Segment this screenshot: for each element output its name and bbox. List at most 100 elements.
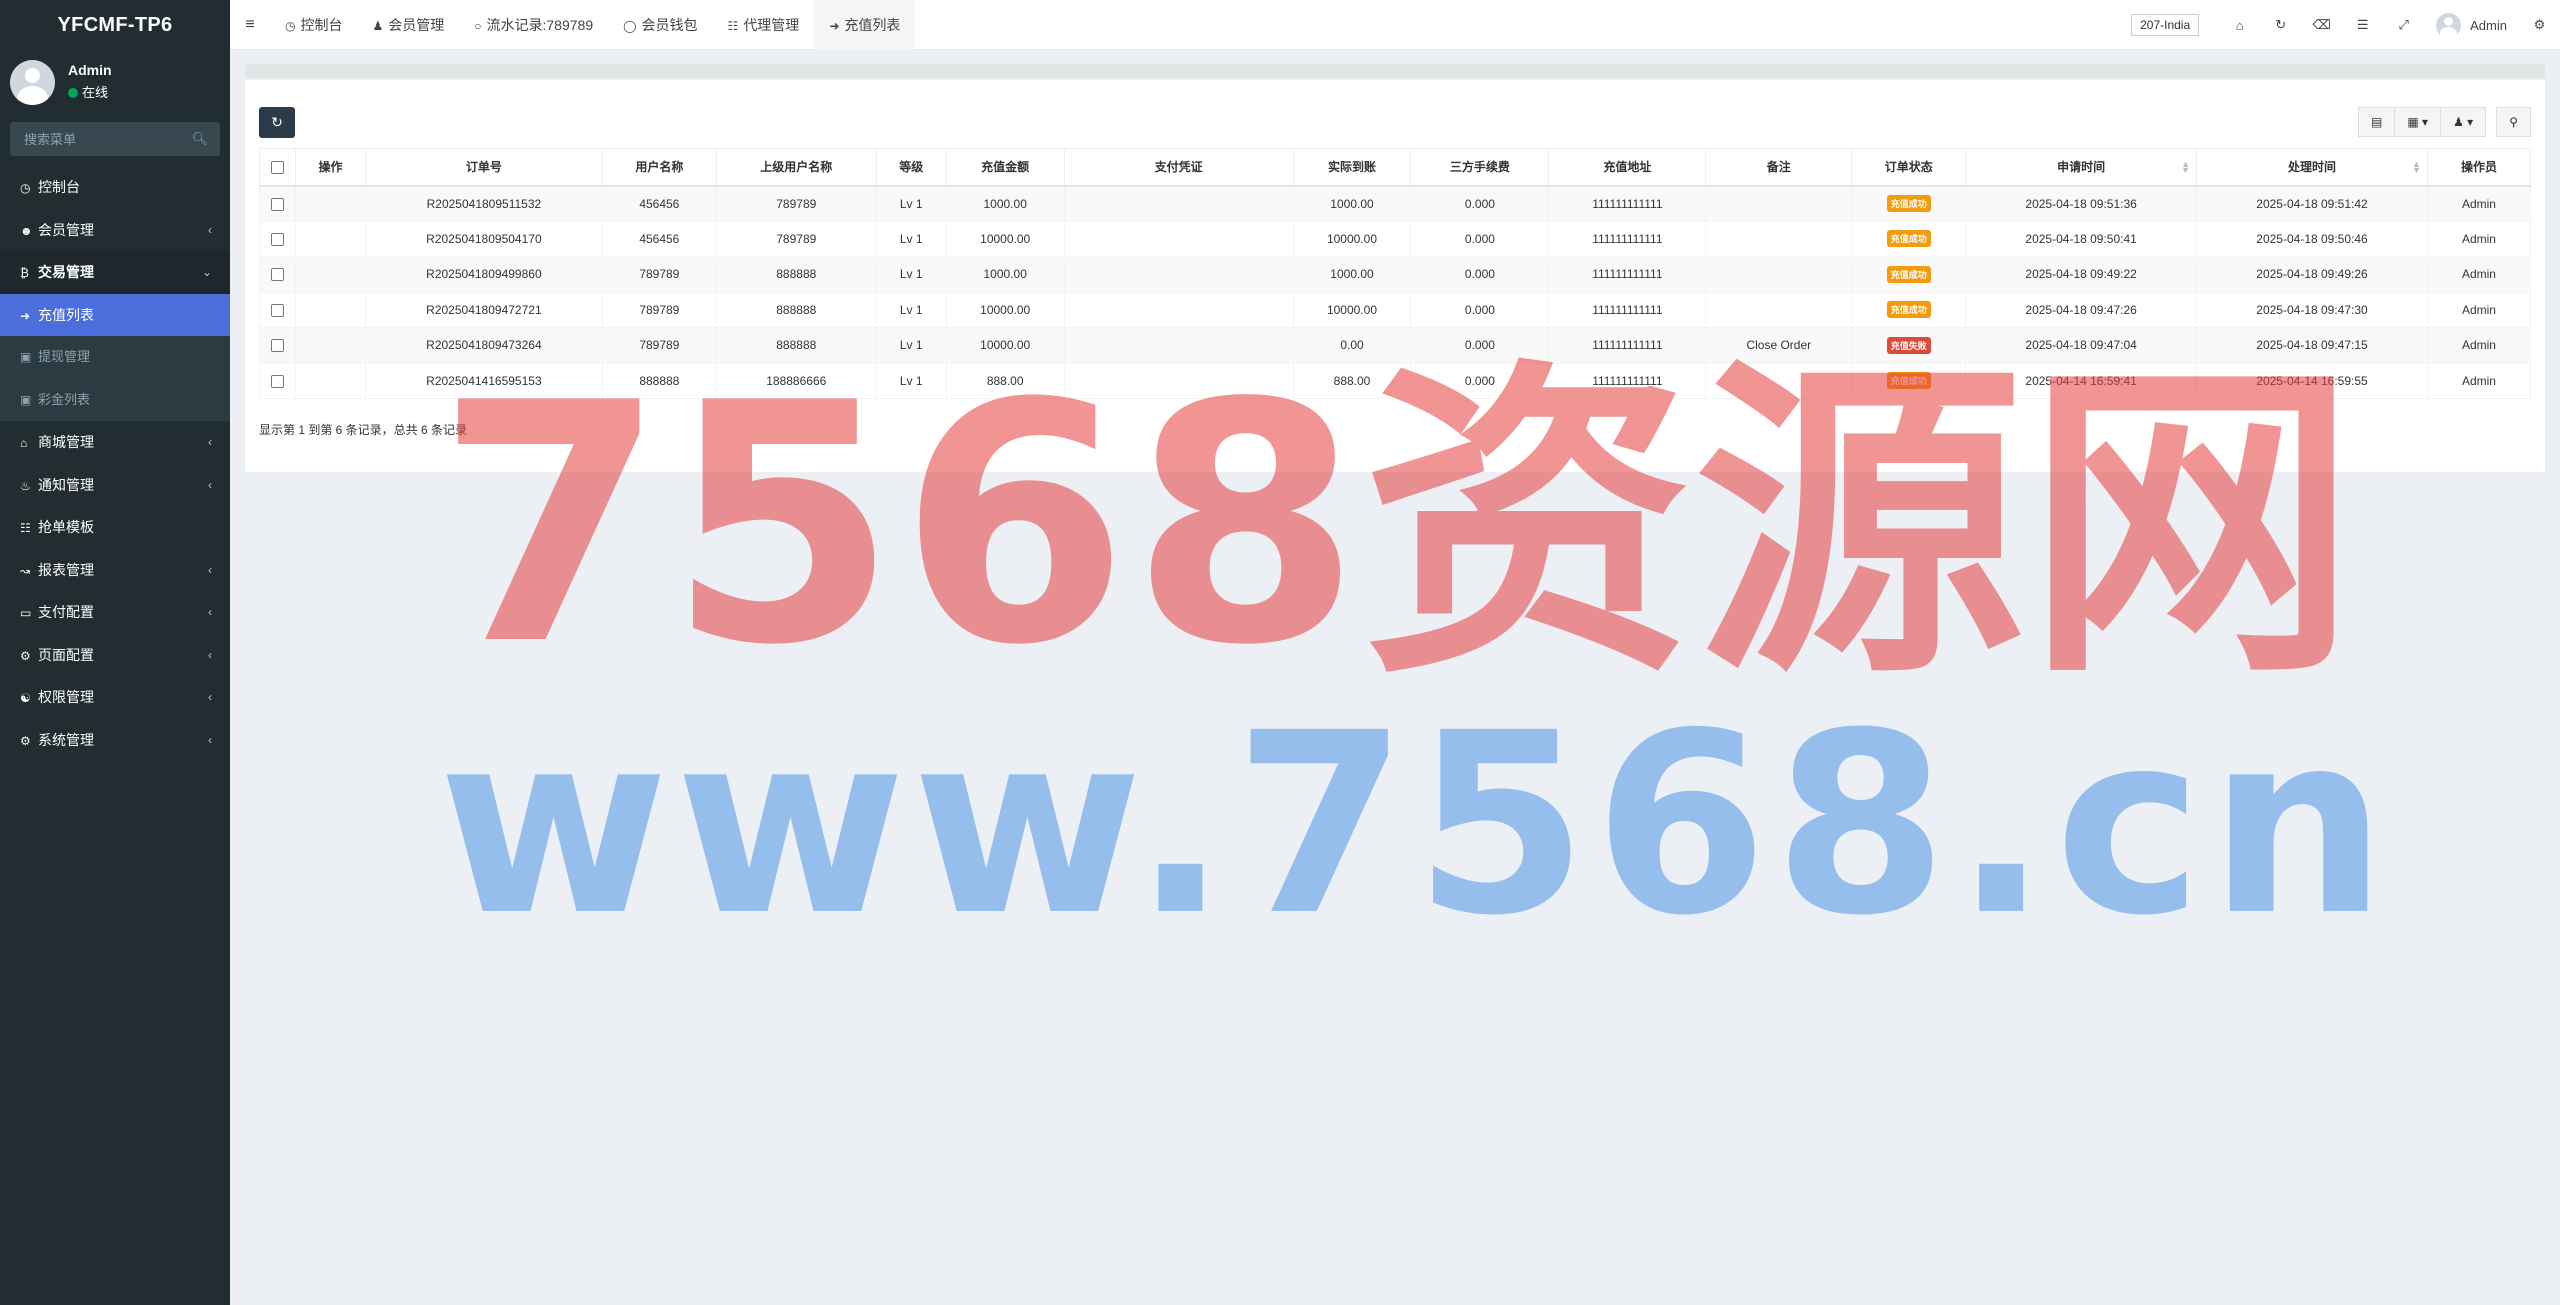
circle-icon: ○ bbox=[474, 19, 482, 33]
actual-cell: 1000.00 bbox=[1292, 185, 1412, 222]
status-cell: 充值成功 bbox=[1851, 220, 1967, 257]
table-header-row: 操作 订单号 用户名称 上级用户名称 等级 充值金额 支付凭证 实际到账 三方手… bbox=[259, 148, 2532, 187]
settings-button[interactable]: ⚙ bbox=[2519, 17, 2560, 33]
user-icon: ♟ bbox=[372, 19, 384, 33]
col-username: 用户名称 bbox=[601, 148, 717, 187]
sidebar-item-permissions[interactable]: ☯ 权限管理 ‹ bbox=[0, 676, 230, 719]
operator-cell: Admin bbox=[2426, 291, 2532, 328]
sidebar-item-recharge-list[interactable]: ➜ 充值列表 bbox=[0, 293, 230, 336]
apply-time-cell: 2025-04-18 09:51:36 bbox=[1965, 185, 2198, 222]
actions-cell bbox=[294, 256, 366, 293]
tab-dashboard[interactable]: ◷ 控制台 bbox=[270, 0, 357, 50]
remark-cell bbox=[1705, 185, 1853, 222]
search-icon[interactable]: 🔍︎ bbox=[191, 131, 208, 147]
chevron-down-icon: ⌄ bbox=[201, 265, 212, 279]
sidebar-item-grab-template[interactable]: ☷ 抢单模板 bbox=[0, 506, 230, 549]
select-all-checkbox[interactable] bbox=[270, 160, 284, 174]
watermark-line-1: 7568资源网 bbox=[436, 333, 2359, 717]
search-menu-input[interactable] bbox=[10, 122, 220, 156]
chevron-left-icon: ‹ bbox=[208, 477, 212, 492]
sidebar-menu: ◷ 控制台 ☻ 会员管理 ‹ ₿ 交易管理 ⌄ ➜ 充值列表 ▣ 提现管理 ▣ 彩金列表 ⌂ 商城… bbox=[0, 166, 230, 761]
tab-agents[interactable]: ☷ 代理管理 bbox=[713, 0, 815, 50]
refresh-icon: ↻ bbox=[2275, 17, 2287, 32]
sidebar-toggle-button[interactable]: ≡ bbox=[230, 0, 270, 50]
operator-cell: Admin bbox=[2426, 362, 2532, 399]
sidebar-item-reports[interactable]: ↝ 报表管理 ‹ bbox=[0, 549, 230, 592]
online-dot-icon bbox=[68, 88, 78, 98]
col-operator: 操作员 bbox=[2426, 148, 2532, 187]
search-toggle-button[interactable]: ⚲ bbox=[2496, 107, 2531, 137]
sidebar-item-dashboard[interactable]: ◷ 控制台 bbox=[0, 166, 230, 209]
table-row[interactable]: R2025041809499860 789789 888888 Lv 1 1000.00… bbox=[259, 256, 2532, 293]
tab-recharge-list[interactable]: ➜ 充值列表 bbox=[814, 0, 916, 50]
sidebar-item-page-config[interactable]: ⚙ 页面配置 ‹ bbox=[0, 634, 230, 677]
fullscreen-button[interactable]: ⤢ bbox=[2383, 17, 2424, 33]
language-button[interactable]: ☰ bbox=[2342, 17, 2383, 33]
operator-cell: Admin bbox=[2426, 185, 2532, 222]
col-address: 充值地址 bbox=[1548, 148, 1707, 187]
col-process-time[interactable]: 处理时间 ▲ ▼ bbox=[2196, 148, 2428, 187]
col-level: 等级 bbox=[875, 148, 947, 187]
row-checkbox[interactable] bbox=[270, 374, 284, 388]
app-logo[interactable]: YFCMF-TP6 bbox=[0, 0, 230, 50]
sitemap-icon: ☷ bbox=[727, 19, 739, 33]
table-row[interactable]: R2025041809504170 456456 789789 Lv 1 10000.0… bbox=[259, 220, 2532, 257]
language-select[interactable]: 207-India bbox=[2131, 14, 2200, 36]
clear-cache-button[interactable]: ⌫ bbox=[2301, 17, 2342, 33]
sidebar-item-system[interactable]: ⚙ 系统管理 ‹ bbox=[0, 719, 230, 762]
row-checkbox[interactable] bbox=[270, 303, 284, 317]
status-cell: 充值成功 bbox=[1851, 256, 1967, 293]
payment-proof-cell bbox=[1063, 291, 1294, 328]
tab-flow-records[interactable]: ○ 流水记录:789789 bbox=[459, 0, 608, 50]
chevron-left-icon: ‹ bbox=[208, 605, 212, 619]
level-cell: Lv 1 bbox=[875, 256, 947, 293]
sidebar-item-payment[interactable]: ▭ 支付配置 ‹ bbox=[0, 591, 230, 634]
level-cell: Lv 1 bbox=[875, 185, 947, 222]
sidebar-item-notify[interactable]: ♨ 通知管理 ‹ bbox=[0, 464, 230, 507]
user-panel: Admin 在线 bbox=[0, 50, 230, 112]
actions-cell bbox=[294, 362, 366, 399]
select-all-cell bbox=[259, 148, 296, 187]
table-toolbar: ▤ ▦ ▾ ♟ ▾ ⚲ bbox=[2358, 107, 2531, 137]
home-icon: ⌂ bbox=[2235, 17, 2244, 33]
tab-members[interactable]: ♟ 会员管理 bbox=[357, 0, 459, 50]
sidebar: YFCMF-TP6 Admin 在线 🔍︎ ◷控制台 ☻会员管理‹ ₿交易管理⌄… bbox=[0, 0, 230, 1305]
actions-cell bbox=[294, 327, 366, 364]
checkbox bbox=[259, 362, 296, 399]
chevron-left-icon: ‹ bbox=[208, 562, 212, 577]
table-row[interactable]: R2025041809472721 789789 888888 Lv 1 10000.0… bbox=[259, 291, 2532, 328]
col-apply-time[interactable]: 申请时间 ▲ ▼ bbox=[1965, 148, 2198, 187]
toggle-view-button[interactable]: ▤ bbox=[2358, 107, 2396, 137]
address-cell: 111111111111 bbox=[1548, 220, 1707, 257]
export-button[interactable]: ♟ ▾ bbox=[2440, 107, 2487, 137]
refresh-button[interactable]: ↻ bbox=[2260, 17, 2301, 33]
status-cell: 充值成功 bbox=[1851, 291, 1967, 328]
row-checkbox[interactable] bbox=[270, 339, 284, 353]
columns-button[interactable]: ▦ ▾ bbox=[2394, 107, 2442, 137]
gift-icon: ▣ bbox=[20, 350, 32, 364]
table-row[interactable]: R2025041809511532 456456 789789 Lv 1 1000.00… bbox=[259, 185, 2532, 222]
avatar bbox=[2436, 12, 2462, 38]
amount-cell: 1000.00 bbox=[945, 185, 1065, 222]
operator-cell: Admin bbox=[2426, 220, 2532, 257]
tab-member-wallet[interactable]: ◯ 会员钱包 bbox=[608, 0, 712, 50]
user-menu[interactable]: Admin bbox=[2436, 12, 2507, 38]
sidebar-item-trade[interactable]: ₿ 交易管理 ⌄ bbox=[0, 251, 230, 294]
user-export-icon: ♟ bbox=[2453, 115, 2464, 129]
sidebar-item-members[interactable]: ☻ 会员管理 ‹ bbox=[0, 209, 230, 252]
sidebar-item-bonus-list[interactable]: ▣ 彩金列表 bbox=[0, 378, 230, 421]
row-checkbox[interactable] bbox=[270, 268, 284, 282]
row-checkbox[interactable] bbox=[270, 232, 284, 246]
gear-icon: ⚙ bbox=[20, 648, 31, 663]
checkbox bbox=[259, 291, 296, 328]
home-icon: ⌂ bbox=[20, 436, 28, 450]
row-checkbox[interactable] bbox=[270, 197, 284, 211]
table-refresh-button[interactable]: ↻ bbox=[259, 107, 295, 138]
home-button[interactable]: ⌂ bbox=[2219, 18, 2260, 33]
sidebar-item-withdraw[interactable]: ▣ 提现管理 bbox=[0, 336, 230, 379]
sidebar-item-shop[interactable]: ⌂ 商城管理 ‹ bbox=[0, 421, 230, 464]
dashboard-icon: ◷ bbox=[285, 19, 296, 33]
col-status: 订单状态 bbox=[1851, 148, 1967, 187]
checkbox bbox=[259, 327, 296, 364]
translate-icon: ☰ bbox=[2356, 17, 2369, 32]
